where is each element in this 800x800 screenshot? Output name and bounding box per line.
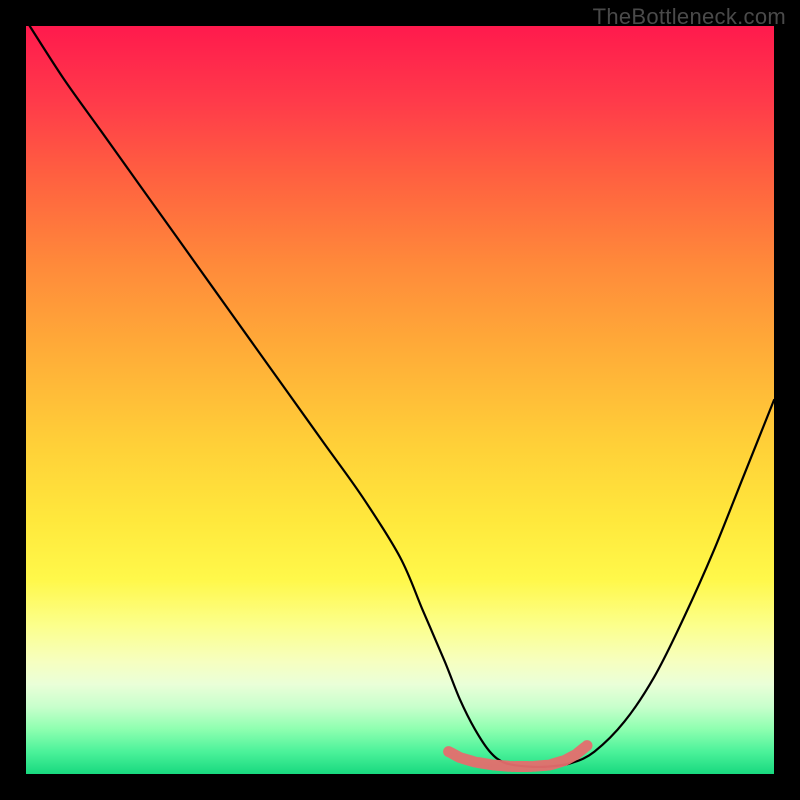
trough-marker-dot <box>582 740 593 751</box>
chart-frame: TheBottleneck.com <box>0 0 800 800</box>
watermark-text: TheBottleneck.com <box>593 4 786 30</box>
chart-svg <box>26 26 774 774</box>
bottleneck-curve <box>30 26 774 767</box>
trough-markers-group <box>443 740 592 772</box>
plot-area <box>26 26 774 774</box>
